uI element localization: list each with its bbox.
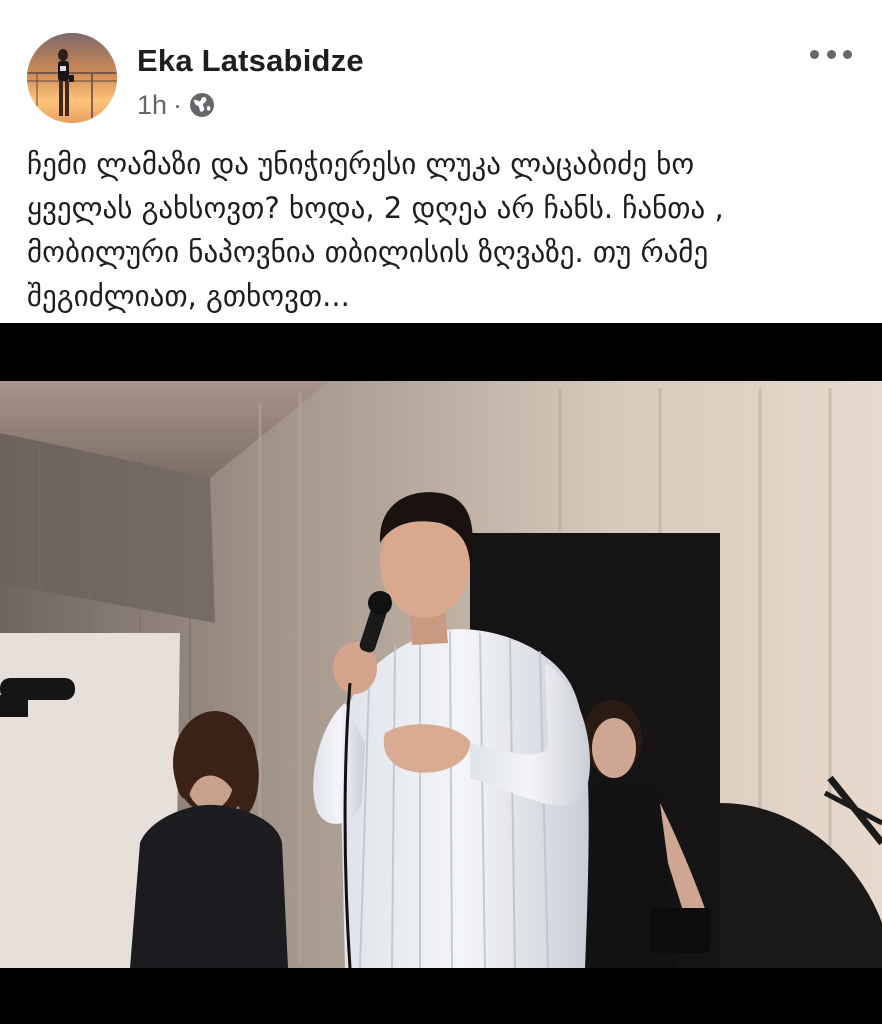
facebook-post: Eka Latsabidze 1h · ჩემი ლამაზი და უნიჭი…	[0, 0, 882, 1024]
globe-icon[interactable]	[188, 91, 216, 119]
post-meta: 1h ·	[137, 88, 216, 122]
avatar-image	[27, 33, 117, 123]
post-timestamp[interactable]: 1h	[137, 90, 167, 121]
author-name[interactable]: Eka Latsabidze	[137, 43, 364, 79]
more-dot	[810, 49, 819, 59]
meta-separator: ·	[173, 89, 183, 120]
post-text-line: შეგიძლიათ, გთხოვთ...	[27, 279, 350, 313]
more-dot	[826, 49, 836, 59]
more-dot	[843, 49, 852, 59]
post-text: ჩემი ლამაზი და უნიჭიერესი ლუკა ლაცაბიძე …	[27, 142, 862, 318]
more-options-icon[interactable]	[810, 44, 852, 64]
post-text-line: ყველას გახსოვთ? ხოდა, 2 დღეა არ ჩანს. ჩა…	[27, 191, 724, 225]
post-text-line: ჩემი ლამაზი და უნიჭიერესი ლუკა ლაცაბიძე …	[27, 147, 695, 181]
post-header: Eka Latsabidze 1h ·	[0, 0, 882, 130]
avatar[interactable]	[27, 33, 117, 123]
photo-stage-scene	[0, 323, 882, 1024]
post-photo[interactable]	[0, 323, 882, 1024]
post-text-line: მობილური ნაპოვნია თბილისის ზღვაზე. თუ რა…	[27, 235, 709, 269]
